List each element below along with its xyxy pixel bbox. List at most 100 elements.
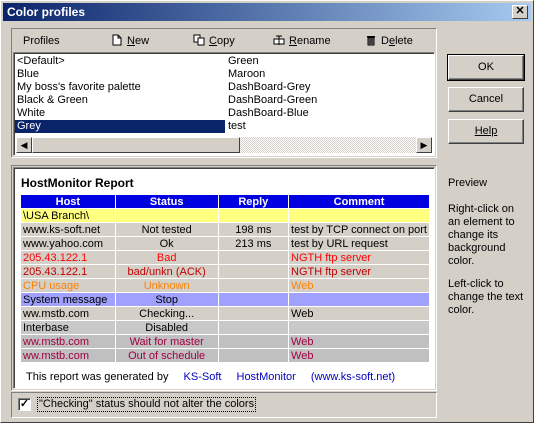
scroll-right-button[interactable]: ▶ [416, 137, 432, 153]
comment-cell[interactable]: Web [288, 349, 429, 362]
profile-item[interactable]: Black & Green [15, 94, 225, 107]
reply-cell[interactable] [217, 349, 289, 362]
comment-cell[interactable]: NGTH ftp server [288, 251, 429, 264]
profile-item[interactable]: Maroon [226, 68, 426, 81]
profile-item[interactable]: DashBoard-Blue [226, 107, 426, 120]
status-cell[interactable]: Disabled [114, 321, 218, 334]
status-cell[interactable]: Checking... [114, 307, 218, 320]
reply-cell[interactable] [217, 335, 289, 348]
rename-button[interactable]: Rename [273, 34, 331, 48]
comment-cell[interactable]: Web [288, 307, 429, 320]
profile-item[interactable]: DashBoard-Green [226, 94, 426, 107]
scroll-thumb[interactable] [32, 137, 240, 153]
status-cell[interactable]: bad/unkn (ACK) [114, 265, 218, 278]
host-cell[interactable]: System message [21, 293, 115, 306]
trash-icon [367, 36, 375, 46]
comment-cell[interactable]: test by URL request [288, 237, 429, 250]
scroll-track[interactable] [32, 137, 416, 153]
header-host[interactable]: Host [21, 195, 115, 208]
close-button[interactable]: ✕ [512, 5, 528, 19]
report-row[interactable]: ww.mstb.com Out of schedule Web [21, 349, 429, 362]
checking-checkbox[interactable]: ✓ [18, 398, 31, 411]
comment-cell[interactable] [288, 209, 429, 222]
checking-option[interactable]: ✓ "Checking" status should not alter the… [13, 394, 435, 416]
reply-cell[interactable] [217, 293, 289, 306]
host-cell[interactable]: ww.mstb.com [21, 349, 115, 362]
ok-button[interactable]: OK [447, 54, 525, 81]
footer-vendor-link[interactable]: KS-Soft [184, 371, 222, 383]
host-cell[interactable]: CPU usage [21, 279, 115, 292]
host-cell[interactable]: ww.mstb.com [21, 307, 115, 320]
status-cell[interactable] [114, 209, 218, 222]
report-preview[interactable]: HostMonitor Report Host Status Reply Com… [13, 167, 435, 389]
profile-item[interactable]: <Default> [15, 55, 225, 68]
profile-item[interactable]: Green [226, 55, 426, 68]
report-row[interactable]: ww.mstb.com Checking... Web [21, 307, 429, 320]
header-reply[interactable]: Reply [217, 195, 289, 208]
report-header-row[interactable]: Host Status Reply Comment [21, 195, 429, 208]
comment-cell[interactable]: NGTH ftp server [288, 265, 429, 278]
report-row[interactable]: www.ks-soft.net Not tested 198 ms test by T… [21, 223, 429, 236]
host-cell[interactable]: www.yahoo.com [21, 237, 115, 250]
reply-cell[interactable] [217, 251, 289, 264]
comment-cell[interactable]: Web [288, 279, 429, 292]
delete-button[interactable]: Delete [365, 34, 413, 48]
reply-cell[interactable] [217, 307, 289, 320]
profile-item-selected[interactable]: Grey [15, 120, 225, 133]
host-cell[interactable]: Interbase [21, 321, 115, 334]
status-cell[interactable]: Bad [114, 251, 218, 264]
report-row[interactable]: Interbase Disabled [21, 321, 429, 334]
comment-cell[interactable]: Web [288, 335, 429, 348]
status-cell[interactable]: Stop [114, 293, 218, 306]
reply-cell[interactable]: 198 ms [217, 223, 289, 236]
comment-cell[interactable] [288, 293, 429, 306]
report-row[interactable]: www.yahoo.com Ok 213 ms test by URL request [21, 237, 429, 250]
report-row[interactable]: 205.43.122.1 bad/unkn (ACK) NGTH ftp serve… [21, 265, 429, 278]
reply-cell[interactable] [217, 279, 289, 292]
host-cell[interactable]: ww.mstb.com [21, 335, 115, 348]
status-cell[interactable]: Unknown [114, 279, 218, 292]
comment-cell[interactable]: test by TCP connect on port [288, 223, 429, 236]
horizontal-scrollbar[interactable]: ◀ ▶ [16, 137, 432, 153]
reply-cell[interactable]: 213 ms [217, 237, 289, 250]
host-cell[interactable]: \USA Branch\ [21, 209, 115, 222]
profiles-list[interactable]: <Default> Blue My boss's favorite palett… [13, 52, 435, 156]
report-footer: This report was generated by KS-Soft Hos… [26, 371, 407, 383]
right-click-hint: Right-click on an element to change its … [448, 203, 515, 267]
status-cell[interactable]: Wait for master [114, 335, 218, 348]
comment-cell[interactable] [288, 321, 429, 334]
report-title[interactable]: HostMonitor Report [21, 176, 134, 190]
report-row[interactable]: System message Stop [21, 293, 429, 306]
profile-item[interactable]: Blue [15, 68, 225, 81]
rename-label: ename [296, 35, 331, 47]
copy-button[interactable]: Copy [193, 34, 235, 48]
reply-cell[interactable] [217, 321, 289, 334]
status-cell[interactable]: Out of schedule [114, 349, 218, 362]
profile-item[interactable]: My boss's favorite palette [15, 81, 225, 94]
scroll-left-button[interactable]: ◀ [16, 137, 32, 153]
help-button[interactable]: Help [448, 119, 524, 144]
report-row[interactable]: ww.mstb.com Wait for master Web [21, 335, 429, 348]
report-row[interactable]: \USA Branch\ [21, 209, 429, 222]
header-status[interactable]: Status [114, 195, 218, 208]
report-row[interactable]: 205.43.122.1 Bad NGTH ftp server [21, 251, 429, 264]
report-row[interactable]: CPU usage Unknown Web [21, 279, 429, 292]
footer-product-link[interactable]: HostMonitor [237, 371, 296, 383]
header-comment[interactable]: Comment [288, 195, 429, 208]
new-button[interactable]: New [111, 34, 149, 48]
status-cell[interactable]: Not tested [114, 223, 218, 236]
profile-item[interactable]: DashBoard-Grey [226, 81, 426, 94]
cancel-button[interactable]: Cancel [448, 87, 524, 112]
footer-text[interactable]: This report was generated by [26, 371, 168, 383]
host-cell[interactable]: 205.43.122.1 [21, 265, 115, 278]
profile-item[interactable]: test [226, 120, 426, 133]
title-bar: Color profiles ✕ [3, 3, 531, 21]
profile-item[interactable]: White [15, 107, 225, 120]
host-cell[interactable]: 205.43.122.1 [21, 251, 115, 264]
status-cell[interactable]: Ok [114, 237, 218, 250]
footer-url-link[interactable]: (www.ks-soft.net) [311, 371, 395, 383]
checking-checkbox-label[interactable]: "Checking" status should not alter the c… [37, 397, 257, 412]
host-cell[interactable]: www.ks-soft.net [21, 223, 115, 236]
reply-cell[interactable] [217, 209, 289, 222]
reply-cell[interactable] [217, 265, 289, 278]
